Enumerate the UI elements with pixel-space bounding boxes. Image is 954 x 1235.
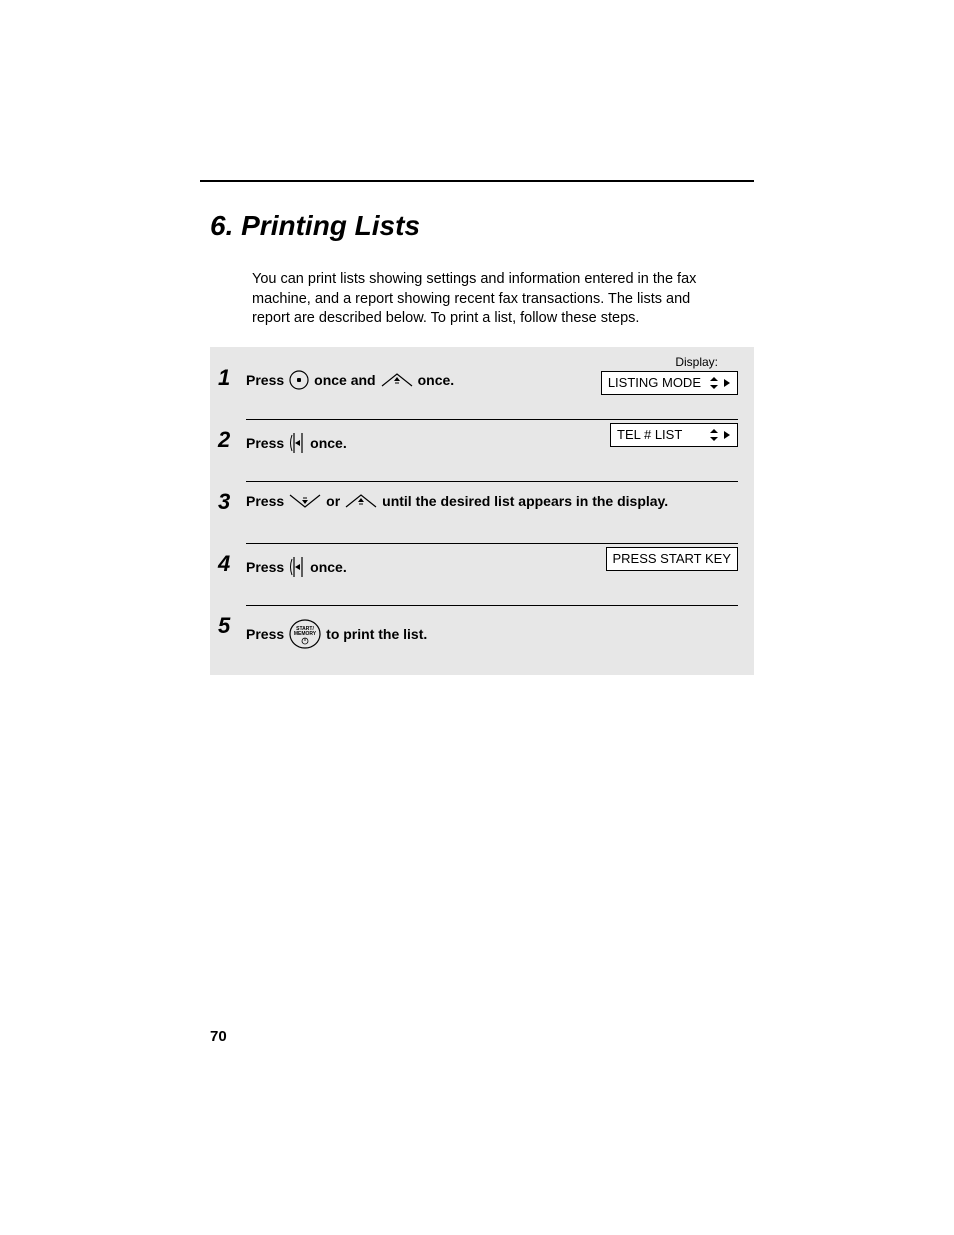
step-number: 1 bbox=[218, 365, 230, 391]
step-number: 3 bbox=[218, 489, 230, 515]
text: once. bbox=[418, 372, 455, 388]
updown-icon bbox=[709, 376, 719, 390]
step-body: Press or until the desired list appears … bbox=[246, 493, 738, 509]
text: once. bbox=[310, 435, 347, 451]
lcd-text: LISTING MODE bbox=[608, 375, 701, 390]
step: 5 Press START/ MEMORY to print the list. bbox=[210, 605, 754, 667]
step-number: 2 bbox=[218, 427, 230, 453]
svg-text:MEMORY: MEMORY bbox=[294, 631, 317, 637]
step: 2 Press once. TEL # LIST bbox=[210, 419, 754, 481]
step-number: 5 bbox=[218, 613, 230, 639]
lcd-text: TEL # LIST bbox=[617, 427, 682, 442]
down-key-icon bbox=[288, 493, 322, 509]
content-area: 6. Printing Lists You can print lists sh… bbox=[210, 210, 754, 675]
header-rule bbox=[200, 180, 754, 182]
text: once. bbox=[310, 559, 347, 575]
f-key-icon bbox=[288, 369, 310, 391]
up-key-icon bbox=[380, 372, 414, 388]
steps-box: 1 Display: Press once and once. bbox=[210, 347, 754, 675]
page: 6. Printing Lists You can print lists sh… bbox=[0, 0, 954, 1235]
lcd-display: PRESS START KEY bbox=[606, 547, 739, 571]
display-label: Display: bbox=[675, 355, 718, 369]
text: Press bbox=[246, 559, 284, 575]
text: Press bbox=[246, 493, 284, 509]
lcd-box: PRESS START KEY bbox=[606, 547, 739, 571]
step: 3 Press or until the desired list a bbox=[210, 481, 754, 543]
text: Press bbox=[246, 626, 284, 642]
updown-icon bbox=[709, 428, 719, 442]
step-body: Press START/ MEMORY to print the list. bbox=[246, 617, 738, 651]
text: to print the list. bbox=[326, 626, 427, 642]
lcd-box: LISTING MODE bbox=[601, 371, 738, 395]
text: or bbox=[326, 493, 340, 509]
text: once and bbox=[314, 372, 375, 388]
step: 1 Display: Press once and once. bbox=[210, 357, 754, 419]
text: Press bbox=[246, 435, 284, 451]
right-arrow-icon bbox=[723, 378, 731, 388]
up-key-icon bbox=[344, 493, 378, 509]
page-number: 70 bbox=[210, 1028, 227, 1045]
lcd-display: TEL # LIST bbox=[610, 423, 738, 447]
intro-paragraph: You can print lists showing settings and… bbox=[252, 270, 732, 329]
right-key-icon bbox=[288, 431, 306, 455]
lcd-display: LISTING MODE bbox=[601, 371, 738, 395]
step-number: 4 bbox=[218, 551, 230, 577]
right-key-icon bbox=[288, 555, 306, 579]
lcd-text: PRESS START KEY bbox=[613, 551, 732, 566]
lcd-box: TEL # LIST bbox=[610, 423, 738, 447]
text: until the desired list appears in the di… bbox=[382, 493, 668, 509]
text: Press bbox=[246, 372, 284, 388]
step: 4 Press once. PRESS START KEY bbox=[210, 543, 754, 605]
right-arrow-icon bbox=[723, 430, 731, 440]
start-key-icon: START/ MEMORY bbox=[288, 617, 322, 651]
chapter-title: 6. Printing Lists bbox=[210, 210, 754, 242]
